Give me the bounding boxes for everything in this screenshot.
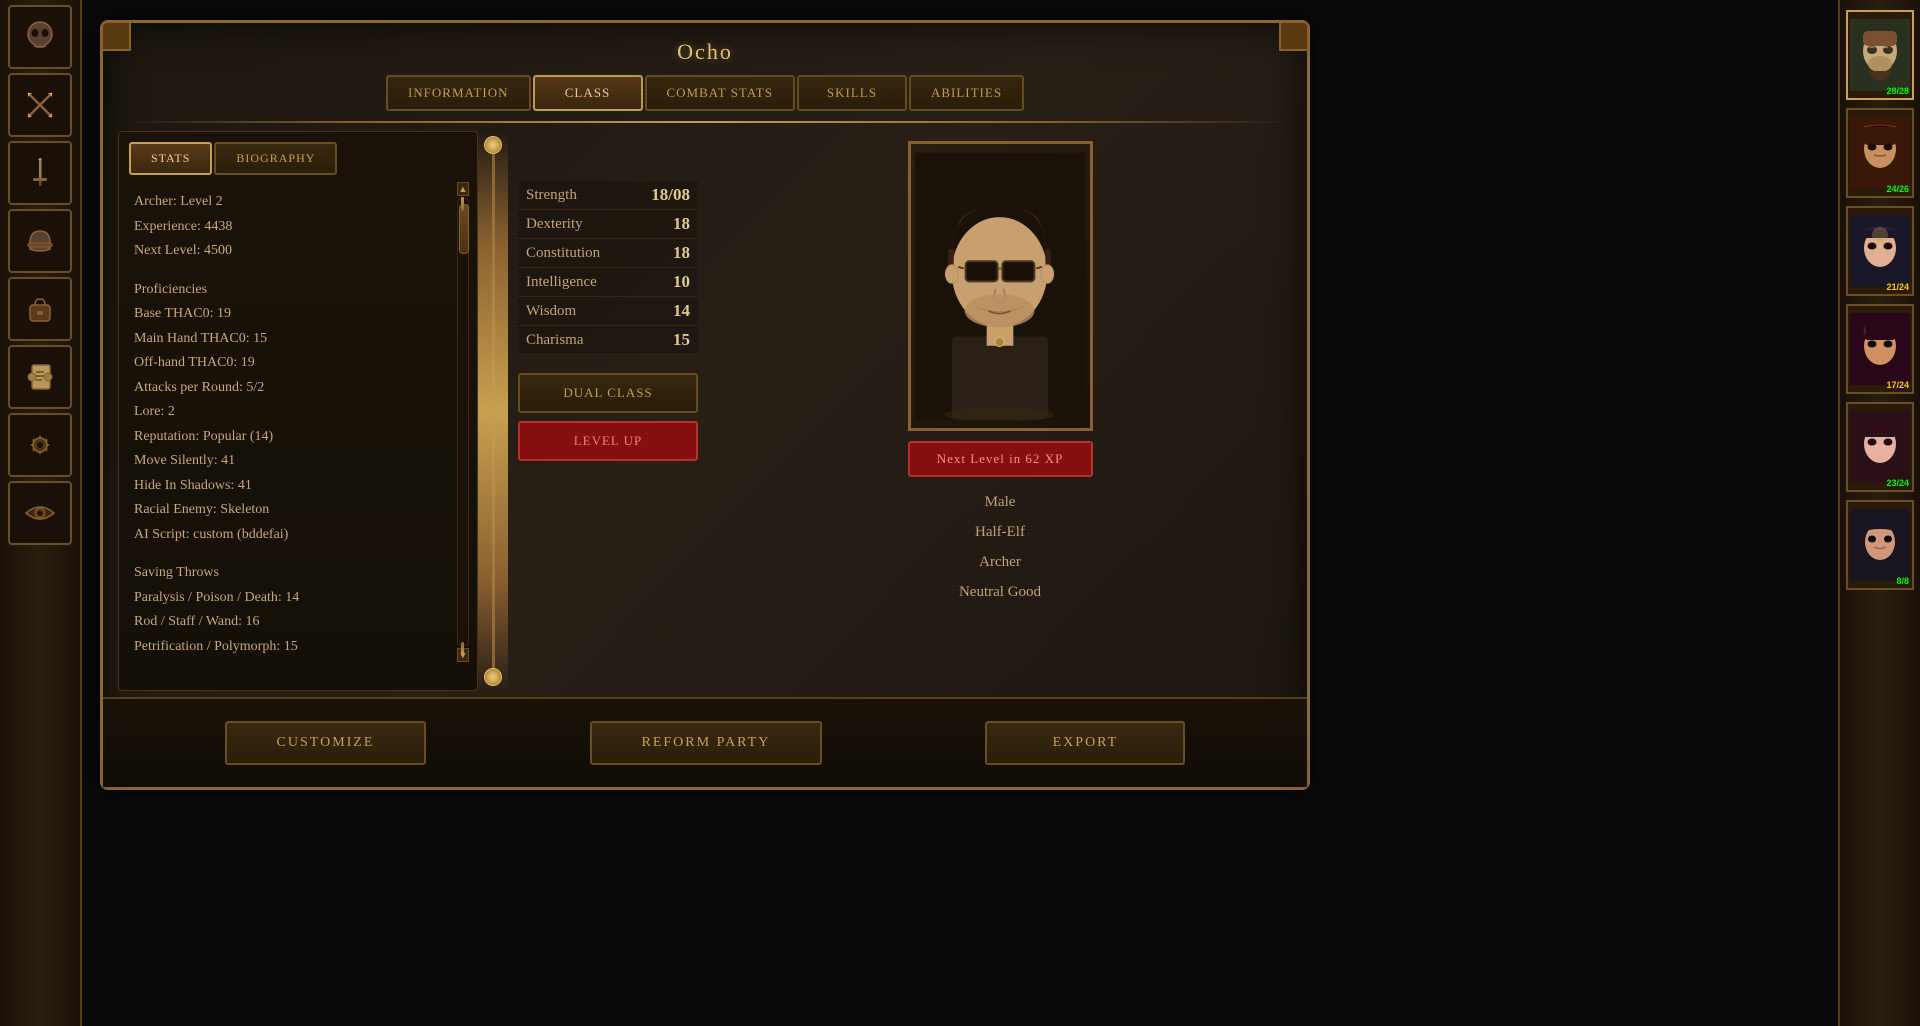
- off-hand-thac0: Off-hand THAC0: 19: [134, 351, 462, 376]
- main-hand-thac0: Main Hand THAC0: 15: [134, 327, 462, 352]
- left-sidebar: [0, 0, 82, 1026]
- tab-information[interactable]: INFORMATION: [386, 75, 531, 111]
- title-bar: Ocho: [103, 23, 1307, 75]
- portrait-6-hp: 8/8: [1896, 576, 1909, 586]
- stats-panel: STATS BIOGRAPHY ▲ ▼ Archer: Level 2 Expe…: [118, 131, 478, 691]
- char-class: Archer: [959, 547, 1041, 577]
- character-portrait: [908, 141, 1093, 431]
- customize-button[interactable]: CUSTOMIZE: [225, 721, 427, 765]
- charisma-row: Charisma 15: [518, 326, 698, 355]
- subtab-biography[interactable]: BIOGRAPHY: [214, 142, 337, 175]
- saving-throws-header: Saving Throws: [134, 561, 462, 586]
- scroll-up-btn[interactable]: ▲: [457, 182, 469, 196]
- petrification: Petrification / Polymorph: 15: [134, 635, 462, 660]
- tab-combat-stats[interactable]: COMBAT STATS: [645, 75, 795, 111]
- strength-row: Strength 18/08: [518, 181, 698, 210]
- racial-enemy: Racial Enemy: Skeleton: [134, 498, 462, 523]
- portrait-6[interactable]: 8/8: [1846, 500, 1914, 590]
- subtab-stats[interactable]: STATS: [129, 142, 212, 175]
- level-up-button[interactable]: LEVEL UP: [518, 421, 698, 461]
- attacks-per-round: Attacks per Round: 5/2: [134, 376, 462, 401]
- sidebar-eye-icon[interactable]: [8, 481, 72, 545]
- portrait-4[interactable]: 17/24: [1846, 304, 1914, 394]
- portrait-2-hp: 24/26: [1886, 184, 1909, 194]
- strength-label: Strength: [526, 187, 577, 204]
- lore: Lore: 2: [134, 400, 462, 425]
- right-sidebar: 28/28 24/26: [1838, 0, 1920, 1026]
- bottom-area: CUSTOMIZE REFORM PARTY EXPORT: [103, 697, 1307, 787]
- constitution-label: Constitution: [526, 245, 600, 262]
- paralysis: Paralysis / Poison / Death: 14: [134, 586, 462, 611]
- sidebar-bag-icon[interactable]: [8, 277, 72, 341]
- intelligence-value: 10: [640, 272, 690, 292]
- intelligence-label: Intelligence: [526, 274, 597, 291]
- sidebar-sword-icon[interactable]: [8, 141, 72, 205]
- portrait-4-hp: 17/24: [1886, 380, 1909, 390]
- character-name: Ocho: [677, 39, 733, 65]
- portrait-5[interactable]: 23/24: [1846, 402, 1914, 492]
- char-alignment: Neutral Good: [959, 577, 1041, 607]
- tab-class[interactable]: CLASS: [533, 75, 643, 111]
- main-window: Ocho INFORMATION CLASS COMBAT STATS SKIL…: [100, 20, 1310, 790]
- charisma-label: Charisma: [526, 332, 584, 349]
- charisma-value: 15: [640, 330, 690, 350]
- breath-weapon: Breath Weapon: 17: [134, 659, 462, 660]
- proficiencies-header: Proficiencies: [134, 278, 462, 303]
- content-area: STATS BIOGRAPHY ▲ ▼ Archer: Level 2 Expe…: [118, 131, 1292, 691]
- attributes-panel: Strength 18/08 Dexterity 18 Constitution…: [508, 131, 708, 691]
- portrait-panel: Next Level in 62 XP Male Half-Elf Archer…: [708, 131, 1292, 691]
- wisdom-label: Wisdom: [526, 303, 576, 320]
- portrait-2[interactable]: 24/26: [1846, 108, 1914, 198]
- portrait-3-hp: 21/24: [1886, 282, 1909, 292]
- export-button[interactable]: EXPORT: [985, 721, 1185, 765]
- tab-bar: INFORMATION CLASS COMBAT STATS SKILLS AB…: [103, 75, 1307, 121]
- tab-skills[interactable]: SKILLS: [797, 75, 907, 111]
- rod: Rod / Staff / Wand: 16: [134, 610, 462, 635]
- strength-value: 18/08: [640, 185, 690, 205]
- hide-in-shadows: Hide In Shadows: 41: [134, 474, 462, 499]
- move-silently: Move Silently: 41: [134, 449, 462, 474]
- sidebar-gear-icon[interactable]: [8, 413, 72, 477]
- wisdom-row: Wisdom 14: [518, 297, 698, 326]
- char-race: Half-Elf: [959, 517, 1041, 547]
- tab-abilities[interactable]: ABILITIES: [909, 75, 1024, 111]
- sidebar-crossed-arrows-icon[interactable]: [8, 73, 72, 137]
- reform-party-button[interactable]: REFORM PARTY: [590, 721, 823, 765]
- next-level-badge: Next Level in 62 XP: [908, 441, 1093, 477]
- dexterity-label: Dexterity: [526, 216, 583, 233]
- sidebar-skull-icon[interactable]: [8, 5, 72, 69]
- constitution-value: 18: [640, 243, 690, 263]
- char-info: Male Half-Elf Archer Neutral Good: [959, 487, 1041, 607]
- vertical-separator: [478, 131, 508, 691]
- dual-class-button[interactable]: DUAL CLASS: [518, 373, 698, 413]
- wisdom-value: 14: [640, 301, 690, 321]
- sidebar-helmet-icon[interactable]: [8, 209, 72, 273]
- char-gender: Male: [959, 487, 1041, 517]
- experience: Experience: 4438: [134, 215, 462, 240]
- constitution-row: Constitution 18: [518, 239, 698, 268]
- ai-script: AI Script: custom (bddefai): [134, 523, 462, 548]
- dexterity-value: 18: [640, 214, 690, 234]
- sub-tabs: STATS BIOGRAPHY: [129, 142, 467, 175]
- stats-content: Archer: Level 2 Experience: 4438 Next Le…: [119, 185, 477, 660]
- portrait-5-hp: 23/24: [1886, 478, 1909, 488]
- portrait-1-hp: 28/28: [1886, 86, 1909, 96]
- dexterity-row: Dexterity 18: [518, 210, 698, 239]
- sidebar-scroll-icon[interactable]: [8, 345, 72, 409]
- base-thac0: Base THAC0: 19: [134, 302, 462, 327]
- portrait-1[interactable]: 28/28: [1846, 10, 1914, 100]
- reputation: Reputation: Popular (14): [134, 425, 462, 450]
- portrait-3[interactable]: 21/24: [1846, 206, 1914, 296]
- class-level: Archer: Level 2: [134, 190, 462, 215]
- attributes-buttons: DUAL CLASS LEVEL UP: [518, 373, 698, 461]
- intelligence-row: Intelligence 10: [518, 268, 698, 297]
- next-level: Next Level: 4500: [134, 239, 462, 264]
